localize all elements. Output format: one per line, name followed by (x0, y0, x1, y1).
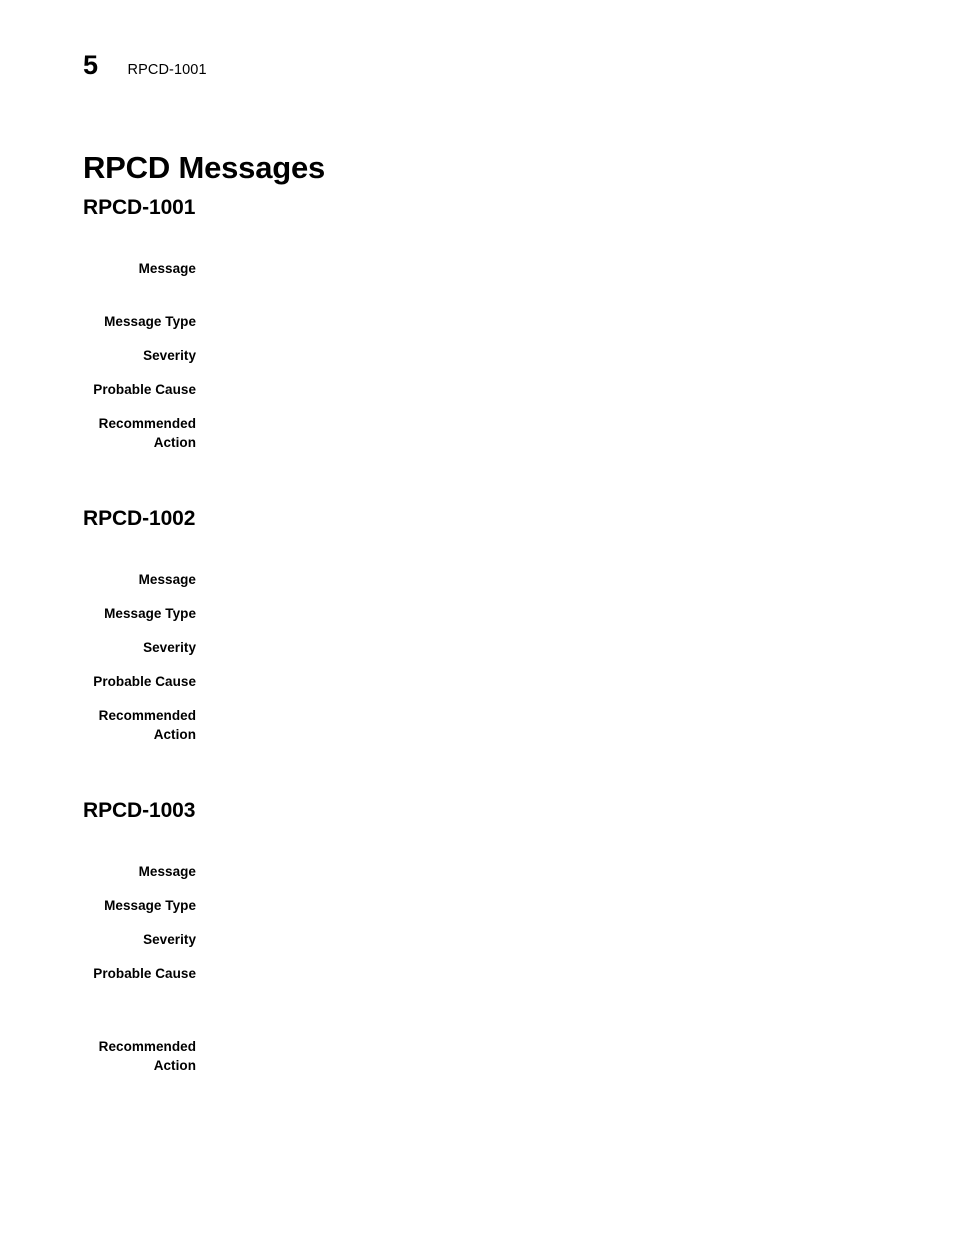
entry-message: Message (83, 570, 873, 589)
entry-label: Message Type (104, 314, 196, 330)
entry-value (196, 638, 873, 657)
message-section-rpcd-1002: RPCD-1002 Message Message Type Severity (83, 507, 873, 744)
entry-value (196, 346, 873, 365)
entry-label: Message (138, 261, 196, 277)
entry-value (196, 380, 873, 399)
entry-list-rpcd-1003: Message Message Type Severity Probable C… (83, 862, 873, 1075)
entry-value (196, 964, 873, 983)
entry-value (196, 604, 873, 623)
message-sections: RPCD-1001 Message Message Type Severity (83, 196, 873, 1075)
entry-value (196, 312, 873, 331)
document-page: 5 RPCD-1001 RPCD Messages RPCD-1001 Mess… (0, 0, 954, 1235)
entry-label: Recommended Action (98, 1039, 196, 1074)
section-heading-rpcd-1002: RPCD-1002 (83, 507, 196, 531)
entry-label: Probable Cause (93, 382, 196, 398)
entry-label: Recommended Action (98, 416, 196, 451)
entry-recommended-action: Recommended Action (83, 706, 873, 744)
entry-value (196, 414, 873, 433)
entry-value (196, 1037, 873, 1056)
entry-value (196, 706, 873, 725)
entry-message: Message (83, 259, 873, 278)
entry-severity: Severity (83, 930, 873, 949)
entry-label: Recommended Action (98, 708, 196, 743)
entry-message-type: Message Type (83, 604, 873, 623)
entry-value (196, 862, 873, 881)
entry-message: Message (83, 862, 873, 881)
page-title: RPCD Messages (83, 149, 326, 185)
entry-label: Message (138, 864, 196, 880)
entry-list-rpcd-1002: Message Message Type Severity Probable C… (83, 570, 873, 744)
entry-label: Severity (143, 348, 196, 364)
entry-list-rpcd-1001: Message Message Type Severity Probable C… (83, 259, 873, 452)
entry-value (196, 930, 873, 949)
entry-label: Message Type (104, 898, 196, 914)
entry-label: Probable Cause (93, 674, 196, 690)
entry-value (196, 672, 873, 691)
entry-message-type: Message Type (83, 312, 873, 331)
entry-severity: Severity (83, 346, 873, 365)
section-heading-rpcd-1003: RPCD-1003 (83, 799, 196, 823)
entry-label: Message Type (104, 606, 196, 622)
entry-label: Severity (143, 932, 196, 948)
entry-value (196, 896, 873, 915)
entry-probable-cause: Probable Cause (83, 964, 873, 983)
section-heading-rpcd-1001: RPCD-1001 (83, 196, 196, 219)
entry-label: Probable Cause (93, 966, 196, 982)
entry-value (196, 570, 873, 589)
entry-value (196, 259, 873, 278)
message-section-rpcd-1003: RPCD-1003 Message Message Type Severity (83, 799, 873, 1075)
entry-recommended-action: Recommended Action (83, 1037, 873, 1075)
entry-probable-cause: Probable Cause (83, 380, 873, 399)
entry-label: Message (138, 572, 196, 588)
entry-severity: Severity (83, 638, 873, 657)
message-section-rpcd-1001: RPCD-1001 Message Message Type Severity (83, 196, 873, 452)
chapter-number: 5 (83, 50, 98, 80)
entry-label: Severity (143, 640, 196, 656)
entry-recommended-action: Recommended Action (83, 414, 873, 452)
running-header-title: RPCD-1001 (127, 62, 207, 78)
running-header: 5 RPCD-1001 (83, 52, 207, 79)
entry-probable-cause: Probable Cause (83, 672, 873, 691)
entry-message-type: Message Type (83, 896, 873, 915)
